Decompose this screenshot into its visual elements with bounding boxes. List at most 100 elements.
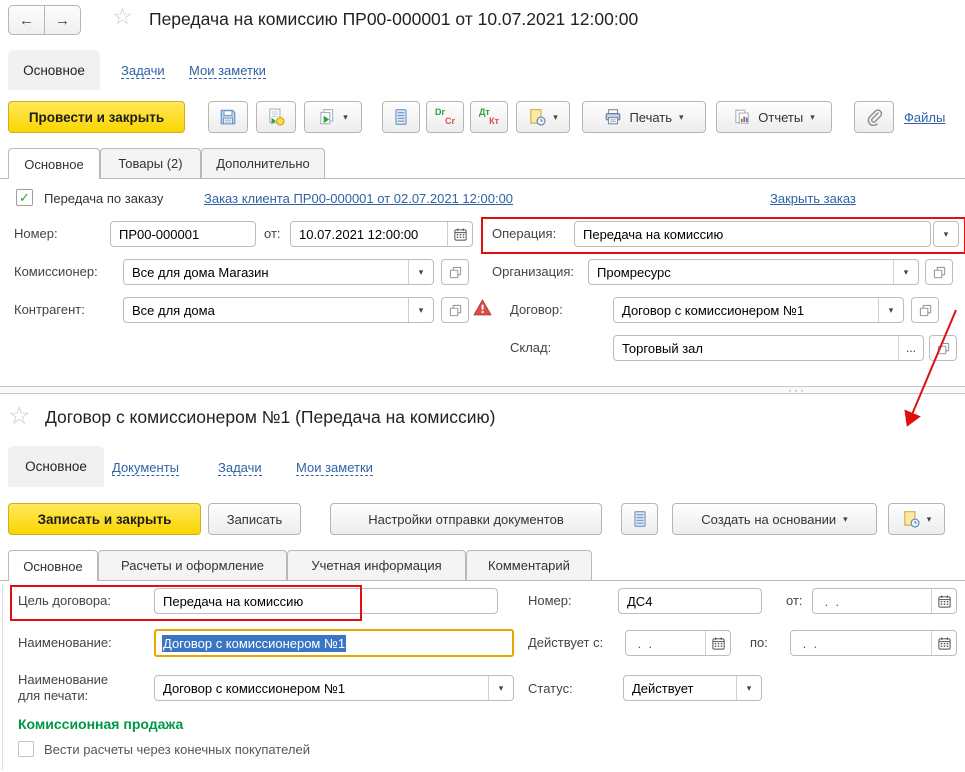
commissioner-open-button[interactable] xyxy=(441,259,469,285)
tabstrip-divider xyxy=(0,580,965,581)
warehouse-choose-button[interactable]: ... xyxy=(898,336,923,360)
close-order-link[interactable]: Закрыть заказ xyxy=(770,191,856,206)
registers-button[interactable] xyxy=(382,101,420,133)
drcr-icon: Dr Cr xyxy=(435,107,455,126)
post-actions-dropdown-button[interactable]: ▾ xyxy=(304,101,362,133)
organization-dropdown-button[interactable]: ▾ xyxy=(893,260,918,284)
back-button[interactable]: ← xyxy=(8,5,45,35)
tab-comment[interactable]: Комментарий xyxy=(466,550,592,580)
warehouse-open-button[interactable] xyxy=(929,335,957,361)
nav-link-tasks[interactable]: Задачи xyxy=(218,460,262,476)
window-splitter[interactable]: ··· xyxy=(0,384,965,396)
calendar-icon xyxy=(937,637,951,650)
tab-main[interactable]: Основное xyxy=(8,148,100,179)
post-document-button[interactable] xyxy=(256,101,296,133)
print-button[interactable]: Печать ▾ xyxy=(582,101,706,133)
drcr-entries-button[interactable]: Dr Cr xyxy=(426,101,464,133)
name-input[interactable]: Договор с комиссионером №1 xyxy=(154,629,514,657)
chevron-down-icon: ▾ xyxy=(843,513,848,524)
print-name-dropdown-button[interactable]: ▾ xyxy=(488,676,513,700)
calendar-button[interactable] xyxy=(447,222,472,246)
calendar-icon xyxy=(453,228,467,241)
dtkt-icon: Дт Кт xyxy=(479,107,499,126)
nav-tab-main[interactable]: Основное xyxy=(8,50,100,90)
warehouse-field[interactable]: Торговый зал ... xyxy=(613,335,924,361)
calendar-icon xyxy=(711,637,725,650)
chevron-down-icon: ▾ xyxy=(746,682,752,693)
selected-text: Договор с комиссионером №1 xyxy=(162,634,347,652)
page-title: Передача на комиссию ПР00-000001 от 10.0… xyxy=(149,9,639,29)
chevron-down-icon: ▾ xyxy=(903,266,909,277)
settle-through-buyers-label: Вести расчеты через конечных покупателей xyxy=(44,742,310,757)
valid-from-label: Действует с: xyxy=(528,635,604,650)
counterparty-open-button[interactable] xyxy=(441,297,469,323)
calendar-button[interactable] xyxy=(931,589,956,613)
number-input[interactable]: ПР00-000001 xyxy=(110,221,256,247)
valid-from-input[interactable]: . . xyxy=(625,630,731,656)
send-settings-button[interactable]: Настройки отправки документов xyxy=(330,503,602,535)
forward-button[interactable]: → xyxy=(44,5,81,35)
tab-extra[interactable]: Дополнительно xyxy=(201,148,325,178)
settle-through-buyers-checkbox[interactable] xyxy=(18,741,34,757)
operation-combo[interactable]: Передача на комиссию xyxy=(574,221,931,247)
registers-button[interactable] xyxy=(621,503,658,535)
back-icon: ← xyxy=(19,11,34,29)
chevron-down-icon: ▾ xyxy=(888,304,894,315)
transfer-by-order-label: Передача по заказу xyxy=(44,191,164,206)
reports-button[interactable]: Отчеты ▾ xyxy=(716,101,832,133)
valid-to-input[interactable]: . . xyxy=(790,630,957,656)
customer-order-link[interactable]: Заказ клиента ПР00-000001 от 02.07.2021 … xyxy=(204,191,513,206)
nav-link-documents[interactable]: Документы xyxy=(112,460,180,476)
check-icon: ✓ xyxy=(19,189,30,205)
counterparty-combo[interactable]: Все для дома ▾ xyxy=(123,297,434,323)
nav-link-tasks[interactable]: Задачи xyxy=(121,63,165,79)
contract-open-button[interactable] xyxy=(911,297,939,323)
attachments-button[interactable] xyxy=(854,101,894,133)
print-name-combo[interactable]: Договор с комиссионером №1 ▾ xyxy=(154,675,514,701)
post-and-close-button[interactable]: Провести и закрыть xyxy=(8,101,185,133)
files-link[interactable]: Файлы xyxy=(904,110,945,125)
contract-number-input[interactable]: ДС4 xyxy=(618,588,762,614)
forward-icon: → xyxy=(55,11,70,29)
status-dropdown-button[interactable]: ▾ xyxy=(736,676,761,700)
calendar-icon xyxy=(937,595,951,608)
purpose-field[interactable]: Передача на комиссию xyxy=(154,588,498,614)
commissioner-combo[interactable]: Все для дома Магазин ▾ xyxy=(123,259,434,285)
nav-tab-main[interactable]: Основное xyxy=(8,446,104,487)
create-based-on-button[interactable]: Создать на основании ▾ xyxy=(672,503,877,535)
calendar-button[interactable] xyxy=(705,631,730,655)
transfer-by-order-checkbox[interactable]: ✓ xyxy=(16,189,33,206)
reminder-dropdown-button[interactable]: ▾ xyxy=(888,503,945,535)
counterparty-dropdown-button[interactable]: ▾ xyxy=(408,298,433,322)
tab-main[interactable]: Основное xyxy=(8,550,98,581)
organization-combo[interactable]: Промресурс ▾ xyxy=(588,259,919,285)
dtkt-entries-button[interactable]: Дт Кт xyxy=(470,101,508,133)
calendar-button[interactable] xyxy=(931,631,956,655)
save-button[interactable] xyxy=(208,101,248,133)
contract-combo[interactable]: Договор с комиссионером №1 ▾ xyxy=(613,297,904,323)
favorite-star-icon[interactable]: ☆ xyxy=(112,5,133,28)
operation-label: Операция: xyxy=(492,226,557,241)
operation-dropdown-button[interactable]: ▾ xyxy=(933,221,959,247)
reminder-dropdown-button[interactable]: ▾ xyxy=(516,101,570,133)
name-label: Наименование: xyxy=(18,635,112,650)
nav-link-notes[interactable]: Мои заметки xyxy=(189,63,266,79)
status-combo[interactable]: Действует ▾ xyxy=(623,675,762,701)
commissioner-dropdown-button[interactable]: ▾ xyxy=(408,260,433,284)
date-label: от: xyxy=(264,226,281,241)
contract-dropdown-button[interactable]: ▾ xyxy=(878,298,903,322)
tab-accounting[interactable]: Учетная информация xyxy=(287,550,466,580)
save-and-close-button[interactable]: Записать и закрыть xyxy=(8,503,201,535)
tab-calc[interactable]: Расчеты и оформление xyxy=(98,550,287,580)
tab-goods[interactable]: Товары (2) xyxy=(100,148,201,178)
nav-link-notes[interactable]: Мои заметки xyxy=(296,460,373,476)
contract-date-input[interactable]: . . xyxy=(812,588,957,614)
page-title: Договор с комиссионером №1 (Передача на … xyxy=(45,407,496,427)
organization-open-button[interactable] xyxy=(925,259,953,285)
favorite-star-icon[interactable]: ☆ xyxy=(8,404,30,429)
date-input[interactable]: 10.07.2021 12:00:00 xyxy=(290,221,473,247)
save-button[interactable]: Записать xyxy=(208,503,301,535)
commission-section-heading: Комиссионная продажа xyxy=(18,716,184,732)
commissioner-label: Комиссионер: xyxy=(14,264,98,279)
form-left-border xyxy=(2,584,3,770)
